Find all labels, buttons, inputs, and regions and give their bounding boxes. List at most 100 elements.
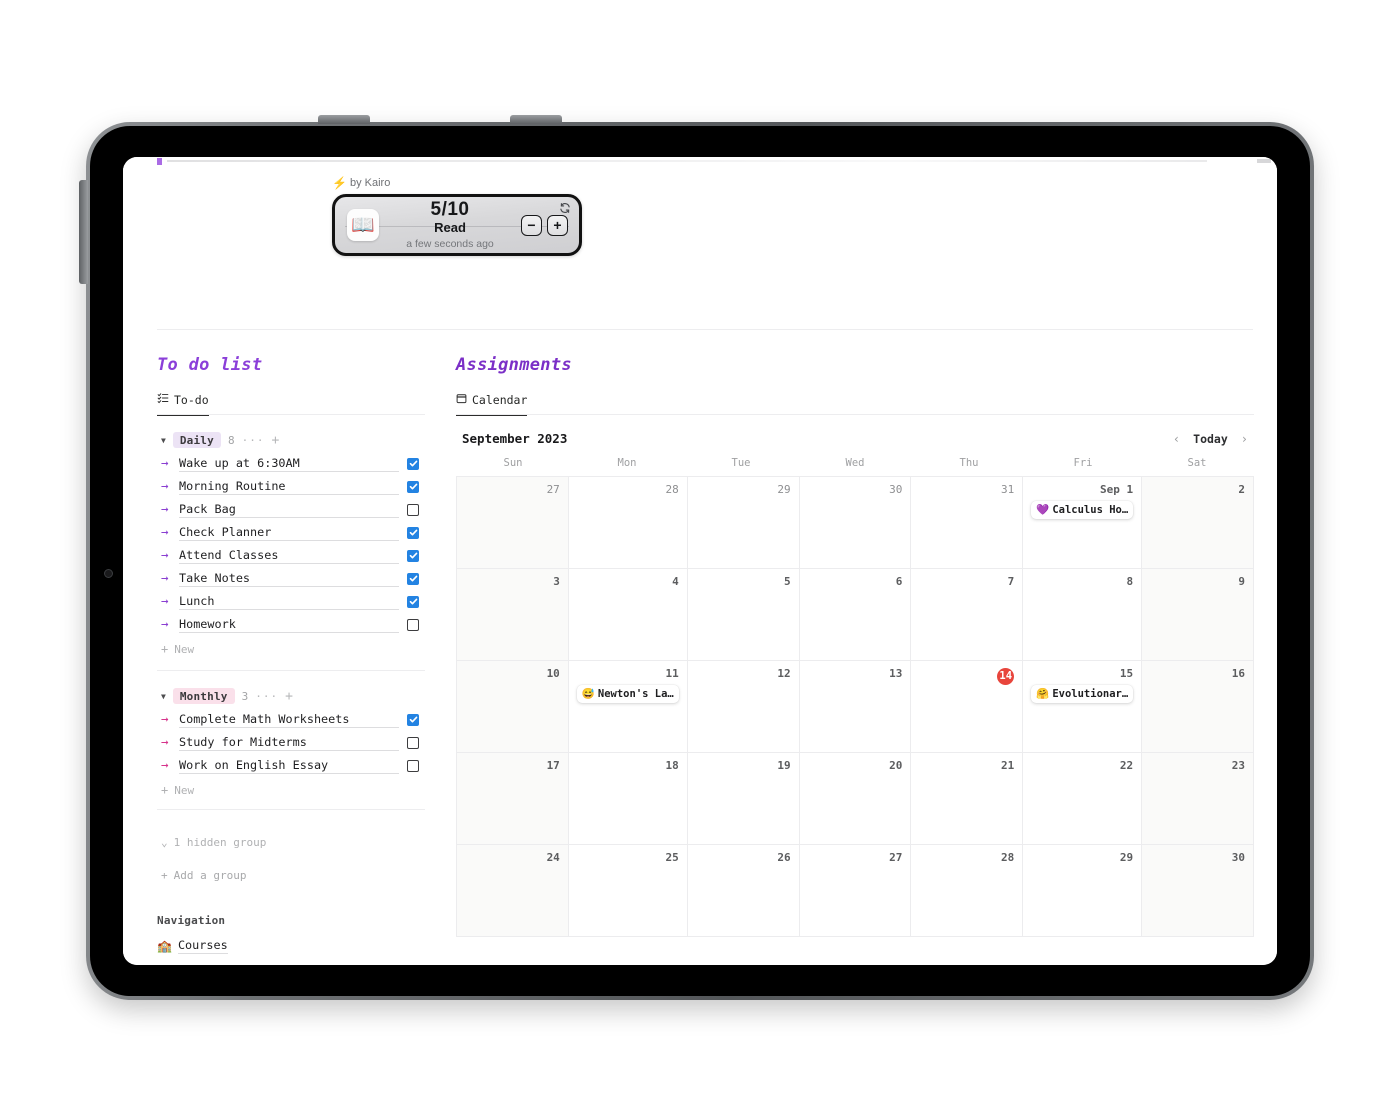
todo-item[interactable]: → Attend Classes [157,544,425,567]
hidden-group-toggle[interactable]: ⌄ 1 hidden group [157,836,425,849]
calendar-day-cell[interactable]: 13 [799,661,912,753]
calendar-event[interactable]: 💜 Calculus Ho… [1031,501,1134,520]
calendar-day-cell[interactable]: 30 [1142,845,1254,937]
navigation-title: Navigation [157,914,226,927]
next-month-button[interactable]: › [1241,432,1248,446]
calendar-day-cell[interactable]: 7 [911,569,1024,661]
todo-checkbox[interactable] [407,759,419,772]
todo-item[interactable]: → Check Planner [157,521,425,544]
calendar-day-cell[interactable]: 30 [799,477,912,569]
calendar-day-cell[interactable]: 29 [687,477,800,569]
todo-checkbox[interactable] [407,618,419,631]
calendar-day-cell[interactable]: 19 [687,753,800,845]
calendar-day-cell[interactable]: 21 [911,753,1024,845]
todo-item[interactable]: → Homework [157,613,425,636]
refresh-icon[interactable] [559,202,571,217]
calendar-day-cell[interactable]: 10 [457,661,569,753]
calendar-day-cell[interactable]: 6 [799,569,912,661]
calendar-day-cell[interactable]: 31 [911,477,1024,569]
collapse-caret-icon[interactable]: ▼ [161,692,166,701]
group-add-icon[interactable]: + [271,433,279,448]
assignments-tabbar: Calendar [456,389,1254,416]
calendar-day-cell[interactable]: 11 😅 Newton's La… [568,661,688,753]
calendar-day-cell[interactable]: 3 [457,569,569,661]
calendar-day-cell[interactable]: 14 [911,661,1024,753]
todo-checkbox[interactable] [407,480,419,493]
arrow-right-icon: → [161,616,169,632]
group-menu-icon[interactable]: ··· [242,434,265,447]
todo-checkbox[interactable] [407,736,419,749]
calendar-day-cell[interactable]: 12 [687,661,800,753]
volume-down-button[interactable] [510,115,562,124]
todo-checkbox[interactable] [407,526,419,539]
todo-checkbox[interactable] [407,457,419,470]
calendar-day-cell[interactable]: 27 [799,845,912,937]
calendar-day-cell[interactable]: 22 [1023,753,1143,845]
calendar-icon [456,393,467,407]
nav-item-courses[interactable]: 🏫 Courses [157,938,228,954]
todo-item-label: Check Planner [179,525,399,541]
calendar-day-cell[interactable]: 9 [1142,569,1254,661]
volume-up-button[interactable] [318,115,370,124]
todo-item[interactable]: → Complete Math Worksheets [157,708,425,731]
calendar-day-cell[interactable]: 2 [1142,477,1254,569]
add-new-item-button[interactable]: + New [157,642,425,656]
todo-item[interactable]: → Take Notes [157,567,425,590]
calendar-day-cell[interactable]: 4 [568,569,688,661]
increment-button[interactable]: + [547,214,568,236]
group-add-icon[interactable]: + [285,689,293,704]
add-new-item-button[interactable]: + New [157,783,425,797]
todo-group-header-daily: ▼ Daily 8 ··· + [157,432,425,448]
calendar-day-number: 14 [919,668,1015,685]
calendar-day-cell[interactable]: 25 [568,845,688,937]
calendar-day-cell[interactable]: 27 [457,477,569,569]
todo-item[interactable]: → Study for Midterms [157,731,425,754]
calendar-day-cell[interactable]: 5 [687,569,800,661]
group-name-chip[interactable]: Daily [172,432,221,448]
calendar-day-number: 25 [665,851,679,864]
calendar-day-number: 5 [783,575,791,588]
top-edge-faint-line-right [1257,159,1271,163]
todo-item[interactable]: → Work on English Essay [157,754,425,777]
todo-checkbox[interactable] [407,503,419,516]
calendar-day-cell[interactable]: 8 [1023,569,1143,661]
todo-checkbox[interactable] [407,595,419,608]
tab-calendar[interactable]: Calendar [456,393,528,416]
event-title: Evolutionar… [1052,688,1129,701]
todo-item[interactable]: → Lunch [157,590,425,613]
calendar-day-cell[interactable]: 20 [799,753,912,845]
calendar-day-cell[interactable]: 28 [568,477,688,569]
calendar-event[interactable]: 😅 Newton's La… [576,685,679,704]
calendar-event[interactable]: 🤗 Evolutionar… [1031,685,1134,704]
calendar-grid: 27 28 29 30 31 Sep 1 💜 Calculus Ho… 2 3 4 5 6 7 8 9 10 11… [456,476,1254,937]
today-button[interactable]: Today [1193,432,1228,446]
todo-checkbox[interactable] [407,713,419,726]
todo-item[interactable]: → Morning Routine [157,475,425,498]
calendar-day-number: 29 [1119,851,1134,864]
calendar-day-cell[interactable]: 26 [687,845,800,937]
calendar-day-cell[interactable]: 18 [568,753,688,845]
todo-item[interactable]: → Pack Bag [157,498,425,521]
calendar-day-cell[interactable]: 23 [1142,753,1254,845]
add-group-button[interactable]: + Add a group [157,869,425,882]
calendar-day-cell[interactable]: Sep 1 💜 Calculus Ho… [1023,477,1143,569]
calendar-day-cell[interactable]: 16 [1142,661,1254,753]
power-button[interactable] [79,180,88,284]
calendar-day-cell[interactable]: 29 [1023,845,1143,937]
group-name-chip[interactable]: Monthly [172,688,235,704]
book-icon: 📖 [347,209,379,241]
calendar-day-cell[interactable]: 17 [457,753,569,845]
calendar-day-cell[interactable]: 28 [911,845,1024,937]
tab-todo-label: To-do [174,392,209,407]
todo-checkbox[interactable] [407,572,419,585]
collapse-caret-icon[interactable]: ▼ [161,436,166,445]
habit-tracker-widget[interactable]: 📖 5/10 Read a few seconds ago − + [332,194,582,256]
todo-checkbox[interactable] [407,549,419,562]
decrement-button[interactable]: − [521,214,542,236]
prev-month-button[interactable]: ‹ [1173,432,1180,446]
calendar-day-cell[interactable]: 24 [457,845,569,937]
group-menu-icon[interactable]: ··· [255,690,278,703]
todo-item[interactable]: → Wake up at 6:30AM [157,452,425,475]
calendar-day-cell[interactable]: 15 🤗 Evolutionar… [1023,661,1143,753]
tab-todo[interactable]: To-do [157,392,209,416]
